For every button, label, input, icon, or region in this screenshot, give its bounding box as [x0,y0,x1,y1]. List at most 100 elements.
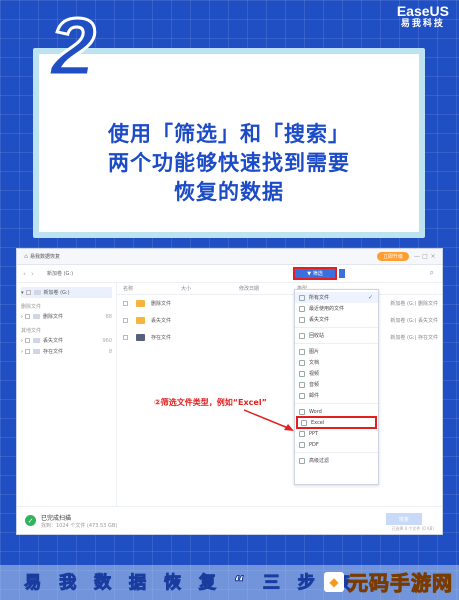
status-detail: 找到：1024 个文件 (473.53 GB) [41,522,118,529]
status-bar: ✓ 已完成扫描 找到：1024 个文件 (473.53 GB) 恢复 已选择 0… [17,506,442,534]
filter-menu-item[interactable]: PPT [295,428,378,439]
folder-icon [33,338,40,343]
recover-button[interactable]: 恢复 [386,513,422,525]
checkbox[interactable] [25,338,30,343]
filter-menu-item-label: 所有文件 [309,295,330,301]
filter-menu-item[interactable]: PDF [295,439,378,450]
filter-menu-item[interactable]: 所有文件 ✓ [295,292,378,303]
checkbox[interactable] [123,318,128,323]
folder-icon [136,334,145,341]
filter-menu-item-label: 邮件 [309,393,320,399]
file-type-icon [299,294,305,301]
brand-logo: EaseUS 易我科技 [397,4,449,30]
sidebar-item-count: 88 [105,313,112,320]
row-name: 删除文件 [151,301,172,307]
filter-menu-item[interactable]: 回收站 [295,330,378,341]
row-path: 新加卷 (G:) 丢失文件 [390,318,438,324]
sidebar-item-label: 丢失文件 [43,338,64,344]
sidebar-group-title: 其他文件 [21,328,42,334]
menu-separator [295,343,378,344]
column-header[interactable]: 修改日期 [239,285,297,292]
sidebar-group-title: 删除文件 [21,304,42,310]
status-title: 已完成扫描 [41,514,72,522]
filter-menu-item[interactable]: 文档 [295,357,378,368]
check-icon: ✓ [367,294,373,301]
app-titlebar: ⌂ 易我数据恢复 立即升级 — □ × [17,249,442,265]
drive-icon [33,290,41,295]
watermark-logo-icon: ◆ [324,571,344,592]
filter-menu-item[interactable]: Word [295,406,378,417]
search-icon[interactable]: ⌕ [430,268,434,278]
filter-menu-item[interactable]: Excel [296,416,377,429]
filter-menu-item-label: 视频 [309,371,320,377]
filter-menu-item-label: 高级过滤 [309,458,330,464]
sidebar-item-existing[interactable]: › 存在文件 8 [21,346,112,357]
filter-menu-item-label: Excel [311,419,325,426]
table-header: 名称 大小 修改日期 类型 [117,283,442,295]
expand-icon[interactable]: › [21,314,23,320]
filter-dropdown-handle[interactable] [339,269,345,278]
file-type-icon [299,359,305,366]
table-row[interactable]: 丢失文件 新加卷 (G:) 丢失文件 [117,312,442,329]
filter-menu-item-label: 丢失文件 [309,317,330,323]
forward-icon[interactable]: › [31,270,39,278]
column-header[interactable]: 大小 [181,285,239,292]
filter-menu-item[interactable]: 图片 [295,346,378,357]
sidebar-item-label: 存在文件 [43,349,64,355]
checkbox[interactable] [25,314,30,319]
maximize-icon[interactable]: □ [421,253,429,260]
file-type-icon [299,392,305,399]
filter-menu-item-label: 回收站 [309,333,325,339]
checkbox[interactable] [123,301,128,306]
filter-menu-item-label: 图片 [309,349,320,355]
filter-menu-item[interactable]: 音频 [295,379,378,390]
filter-menu-item[interactable]: 丢失文件 [295,314,378,325]
expand-icon[interactable]: ▾ [21,290,24,296]
sidebar: ▾ 新加卷 (G:) 删除文件 › 删除文件 88 其他文件 › 丢失文件 96… [17,283,117,513]
step-number: 2 [49,2,98,93]
headline-line-3: 恢复的数据 [174,179,284,204]
filter-menu-item[interactable]: 视频 [295,368,378,379]
filter-menu: 所有文件 ✓ 最近使用的文件丢失文件回收站图片文档视频音频邮件 Word Excel PP… [294,289,379,485]
checkbox[interactable] [25,349,30,354]
brand-name-en: EaseUS [396,3,449,19]
filter-label: 筛选 [312,271,323,277]
filter-menu-item-label: PPT [309,430,319,437]
sidebar-item-count: 8 [108,348,112,355]
filter-button[interactable]: ▼ 筛选 [293,267,337,280]
folder-icon [136,300,145,307]
app-logo-icon: ⌂ [24,253,28,260]
close-icon[interactable]: × [429,253,437,260]
expand-icon[interactable]: › [21,338,23,344]
back-icon[interactable]: ‹ [23,270,31,278]
folder-icon [33,314,40,319]
checkbox[interactable] [25,290,31,295]
sidebar-item-lost[interactable]: › 丢失文件 960 [21,335,112,346]
filter-menu-item[interactable]: 邮件 [295,390,378,401]
menu-separator [295,403,378,404]
table-row[interactable]: 存在文件 新加卷 (G:) 存在文件 [117,329,442,346]
file-type-icon [299,408,305,415]
folder-icon [33,349,40,354]
expand-icon[interactable]: › [21,349,23,355]
filter-menu-item[interactable]: 最近使用的文件 [295,303,378,314]
checkbox[interactable] [123,335,128,340]
file-type-icon [299,430,305,437]
watermark-text: 元码手游网 [348,571,453,596]
sidebar-item-deleted[interactable]: › 删除文件 88 [21,311,112,322]
filter-menu-item[interactable]: 高级过滤 [295,455,378,466]
app-title: 易我数据恢复 [30,254,61,260]
filter-menu-item-label: 文档 [309,360,320,366]
minimize-icon[interactable]: — [413,253,421,260]
breadcrumb[interactable]: 新加卷 (G:) [47,270,73,277]
annotation-arrow-icon [244,409,294,431]
upgrade-button[interactable]: 立即升级 [376,252,409,261]
app-toolbar: ‹ › 新加卷 (G:) ▼ 筛选 ⌕ [17,265,442,283]
sidebar-item-root[interactable]: ▾ 新加卷 (G:) [21,287,112,298]
row-name: 存在文件 [151,335,172,341]
watermark: ◆ 元码手游网 [324,567,453,596]
column-header[interactable]: 名称 [123,285,181,292]
file-type-icon [299,348,305,355]
table-row[interactable]: 删除文件 新加卷 (G:) 删除文件 [117,295,442,312]
status-text: 已完成扫描 找到：1024 个文件 (473.53 GB) [41,513,117,529]
